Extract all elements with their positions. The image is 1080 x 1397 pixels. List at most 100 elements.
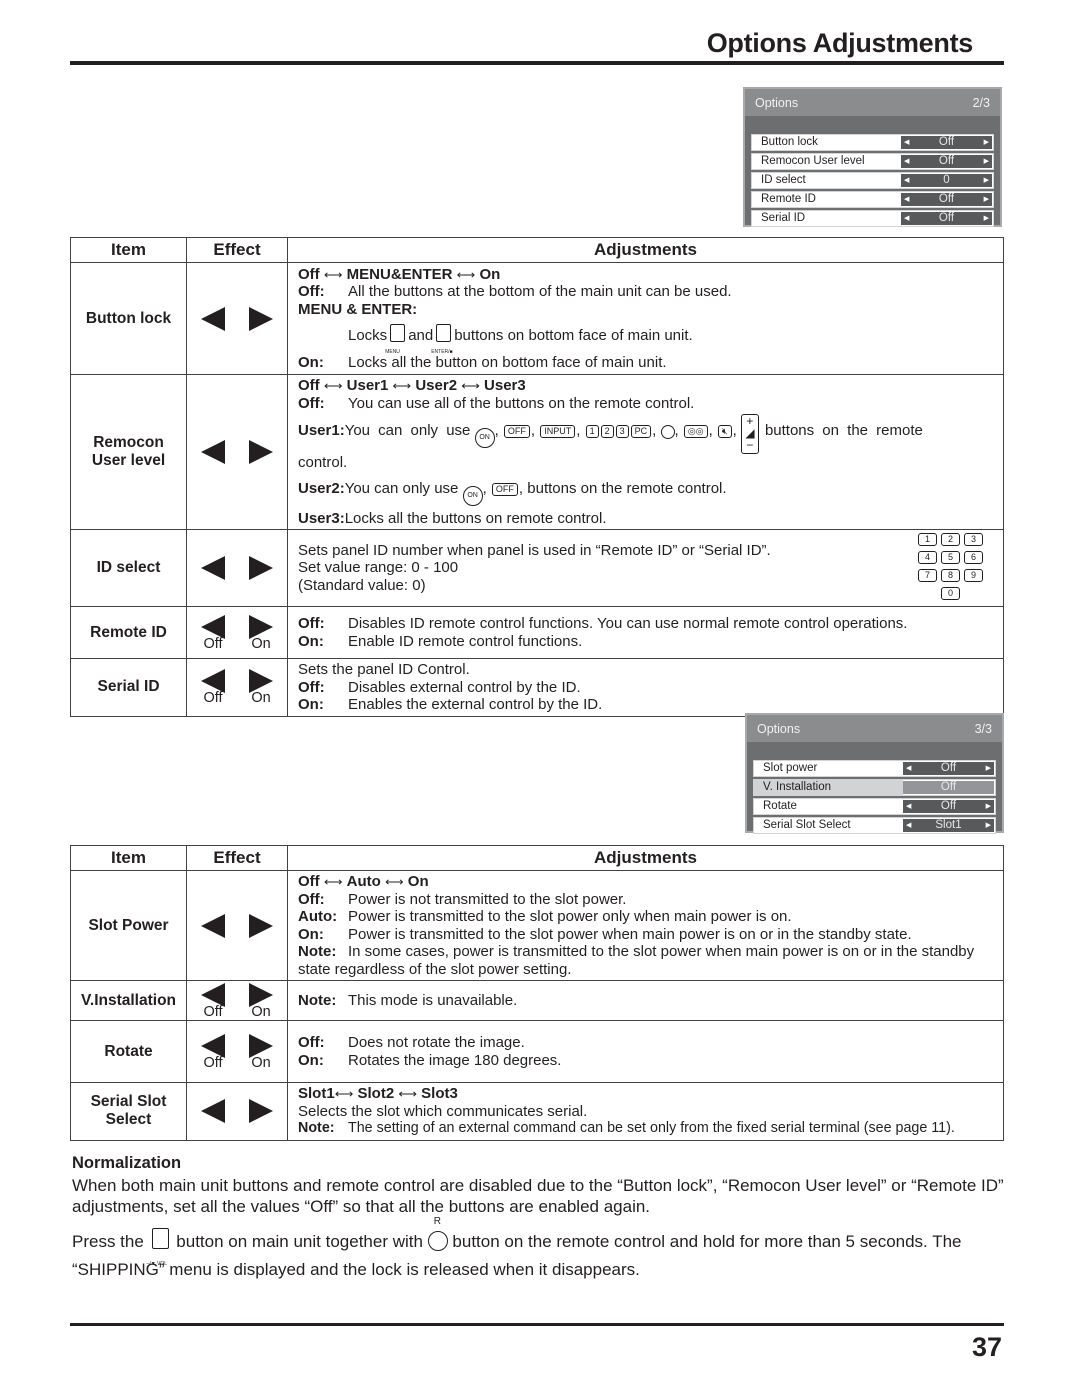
table-header-row: Item Effect Adjustments [70, 237, 1004, 263]
page-title: Options Adjustments [706, 28, 974, 58]
left-triangle-icon [201, 556, 225, 580]
page-number: 37 [971, 1332, 1002, 1362]
adjust-button-lock: Off ⟷ MENU&ENTER ⟷ On Off: All the button… [287, 262, 1004, 375]
off-button-icon: OFF [503, 425, 530, 438]
effect-arrows [186, 374, 288, 530]
osd-row-label: V. Installation [754, 780, 903, 795]
osd-title: Options [757, 721, 801, 736]
osd-row-serial-id[interactable]: Serial ID ◀ Off ▶ [751, 210, 994, 227]
key-4-icon: 4 [918, 551, 937, 564]
col-effect: Effect [186, 845, 288, 871]
right-arrow-icon: ▶ [983, 158, 989, 165]
osd-row-remocon-user-level[interactable]: Remocon User level ◀ Off ▶ [751, 153, 994, 170]
table-row-serial-slot-select: Serial Slot Select Slot1⟷ Slot2 ⟷ Slot3 S… [70, 1082, 1004, 1141]
normalization-para-1: When both main unit buttons and remote c… [72, 1176, 1004, 1216]
left-triangle-icon [201, 306, 225, 331]
left-arrow-icon: ◀ [906, 822, 912, 829]
osd-row-value: Off [940, 762, 957, 774]
double-arrow-icon: ⟷ [398, 1086, 417, 1101]
key-0-icon: 0 [941, 587, 960, 600]
left-arrow-icon: ◀ [904, 196, 910, 203]
right-arrow-icon: ▶ [983, 177, 989, 184]
key-3-icon: 3 [964, 533, 983, 546]
right-arrow-icon: ▶ [983, 139, 989, 146]
on-button-icon: ON [474, 428, 495, 448]
double-arrow-icon: ⟷ [334, 1086, 354, 1101]
osd-row-button-lock[interactable]: Button lock ◀ Off ▶ [751, 134, 994, 151]
adjust-id-select: Sets panel ID number when panel is used … [287, 529, 1004, 607]
right-arrow-icon: ▶ [985, 822, 991, 829]
volume-down-button-icon: –/▼ VOL [147, 1228, 169, 1267]
mute-button-icon: 🔇︎ [717, 425, 732, 438]
osd-header: Options 2/3 [745, 89, 1000, 116]
normalization-title: Normalization [72, 1154, 182, 1172]
right-arrow-icon: ▶ [983, 215, 989, 222]
osd-row-id-select[interactable]: ID select ◀ 0 ▶ [751, 172, 994, 189]
left-arrow-icon: ◀ [906, 803, 912, 810]
adjust-serial-slot-select: Slot1⟷ Slot2 ⟷ Slot3 Selects the slot wh… [287, 1082, 1004, 1141]
item-slot-power: Slot Power [70, 870, 187, 981]
left-triangle-icon [201, 614, 225, 639]
item-v-installation: V.Installation [70, 980, 187, 1021]
effect-arrows [186, 529, 288, 607]
osd-row-label: Remote ID [752, 192, 901, 207]
on-button-icon: ON [462, 485, 483, 506]
osd-row-v-installation: V. Installation Off [753, 779, 996, 796]
key-9-icon: 9 [964, 569, 983, 582]
item-serial-id: Serial ID [70, 658, 187, 717]
item-serial-slot-select: Serial Slot Select [70, 1082, 187, 1141]
key-5-icon: 5 [941, 551, 960, 564]
double-arrow-icon: ⟷ [384, 874, 404, 889]
volume-button-icon: + ◢ − [740, 414, 759, 454]
table-row-id-select: ID select Sets panel ID number when pane… [70, 529, 1004, 607]
key-7-icon: 7 [918, 569, 937, 582]
left-triangle-icon [201, 440, 225, 464]
off-button-icon: OFF [491, 482, 518, 496]
double-arrow-icon: ⟷ [323, 266, 343, 282]
effect-arrows: Off On [186, 606, 288, 659]
key-2-icon: 2 [941, 533, 960, 546]
osd-row-remote-id[interactable]: Remote ID ◀ Off ▶ [751, 191, 994, 208]
osd-row-slot-power[interactable]: Slot power ◀ Off ▶ [753, 760, 996, 777]
key-1-icon: 1 [585, 425, 599, 438]
normalization-section: Normalization When both main unit button… [72, 1153, 1004, 1284]
left-triangle-icon [201, 982, 225, 1007]
osd-page: 3/3 [974, 721, 992, 736]
adjust-remocon-user-level: Off ⟷ User1 ⟷ User2 ⟷ User3 Off: You can … [287, 374, 1004, 530]
osd-row-label: Serial Slot Select [754, 818, 903, 833]
item-button-lock: Button lock [70, 262, 187, 375]
adjust-rotate: Off: Does not rotate the image. On: Rotate… [287, 1020, 1004, 1083]
osd-row-value: Off [938, 193, 955, 205]
osd-title: Options [755, 95, 799, 110]
effect-arrows: Off On [186, 980, 288, 1021]
osd-row-value: Slot1 [935, 819, 962, 831]
col-item: Item [70, 845, 187, 871]
effect-arrows: Off On [186, 1020, 288, 1083]
double-arrow-icon: ⟷ [323, 378, 343, 393]
osd-page: 2/3 [972, 95, 990, 110]
key-1-icon: 1 [918, 533, 937, 546]
adjust-v-installation: Note: This mode is unavailable. [287, 980, 1004, 1021]
right-arrow-icon: ▶ [985, 803, 991, 810]
osd-row-label: Button lock [752, 135, 901, 150]
input-button-icon: INPUT [540, 425, 576, 438]
osd-row-rotate[interactable]: Rotate ◀ Off ▶ [753, 798, 996, 815]
right-arrow-icon: ▶ [985, 765, 991, 772]
right-triangle-icon [249, 440, 273, 464]
osd-row-serial-slot-select[interactable]: Serial Slot Select ◀ Slot1 ▶ [753, 817, 996, 834]
enter-button-icon: ENTER/■ [431, 324, 453, 355]
left-triangle-icon [201, 913, 225, 938]
table-header-row: Item Effect Adjustments [70, 845, 1004, 871]
right-triangle-icon [249, 614, 273, 639]
table-row-slot-power: Slot Power Off ⟷ Auto ⟷ On Off: Power is … [70, 870, 1004, 981]
osd-row-label: ID select [752, 173, 901, 188]
osd-row-value: Off [938, 155, 955, 167]
osd-header: Options 3/3 [747, 715, 1002, 742]
osd-row-label: Rotate [754, 799, 903, 814]
right-triangle-icon [249, 982, 273, 1007]
key-8-icon: 8 [941, 569, 960, 582]
osd-options-menu-3: Options 3/3 Slot power ◀ Off ▶ V. Installat… [745, 713, 1004, 834]
table-row-serial-id: Serial ID Off On Sets the panel ID Contro… [70, 658, 1004, 717]
osd-row-value: Off [940, 800, 957, 812]
col-adjustments: Adjustments [287, 237, 1004, 263]
